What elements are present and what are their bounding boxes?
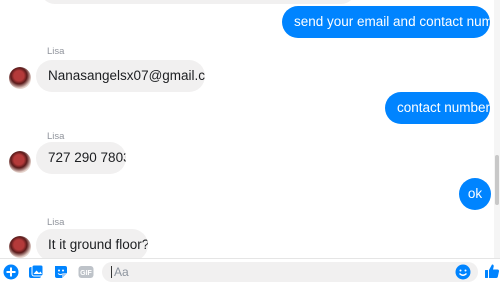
message-bubble-outgoing: ok — [459, 178, 491, 210]
scrollbar[interactable] — [494, 0, 500, 258]
message-input[interactable]: Aa — [102, 262, 478, 282]
sender-name: Lisa — [47, 46, 65, 57]
photo-icon[interactable] — [28, 264, 44, 280]
emoji-icon[interactable] — [455, 264, 471, 280]
message-bubble-clipped — [40, 0, 356, 4]
scrollbar-thumb[interactable] — [495, 155, 499, 205]
message-bubble-outgoing: contact number? — [385, 92, 490, 124]
gif-icon[interactable]: GIF — [78, 264, 94, 280]
message-bubble-incoming: 727 290 7803 — [36, 142, 126, 174]
like-icon[interactable] — [484, 263, 500, 279]
message-bubble-incoming: Nanasangelsx07@gmail.com — [36, 60, 205, 92]
message-bubble-incoming: It it ground floor? — [36, 229, 148, 258]
sender-name: Lisa — [47, 131, 65, 142]
sender-name: Lisa — [47, 217, 65, 228]
text-caret — [111, 266, 112, 278]
message-input-placeholder: Aa — [114, 265, 129, 279]
avatar[interactable] — [9, 236, 31, 258]
composer-bar: GIF Aa — [0, 258, 500, 283]
avatar[interactable] — [9, 67, 31, 89]
plus-circle-icon[interactable] — [3, 264, 19, 280]
svg-text:GIF: GIF — [80, 270, 92, 277]
sticker-icon[interactable] — [53, 264, 69, 280]
message-thread: send your email and contact number Lisa … — [0, 0, 500, 258]
avatar[interactable] — [9, 151, 31, 173]
message-bubble-outgoing: send your email and contact number — [282, 6, 490, 38]
